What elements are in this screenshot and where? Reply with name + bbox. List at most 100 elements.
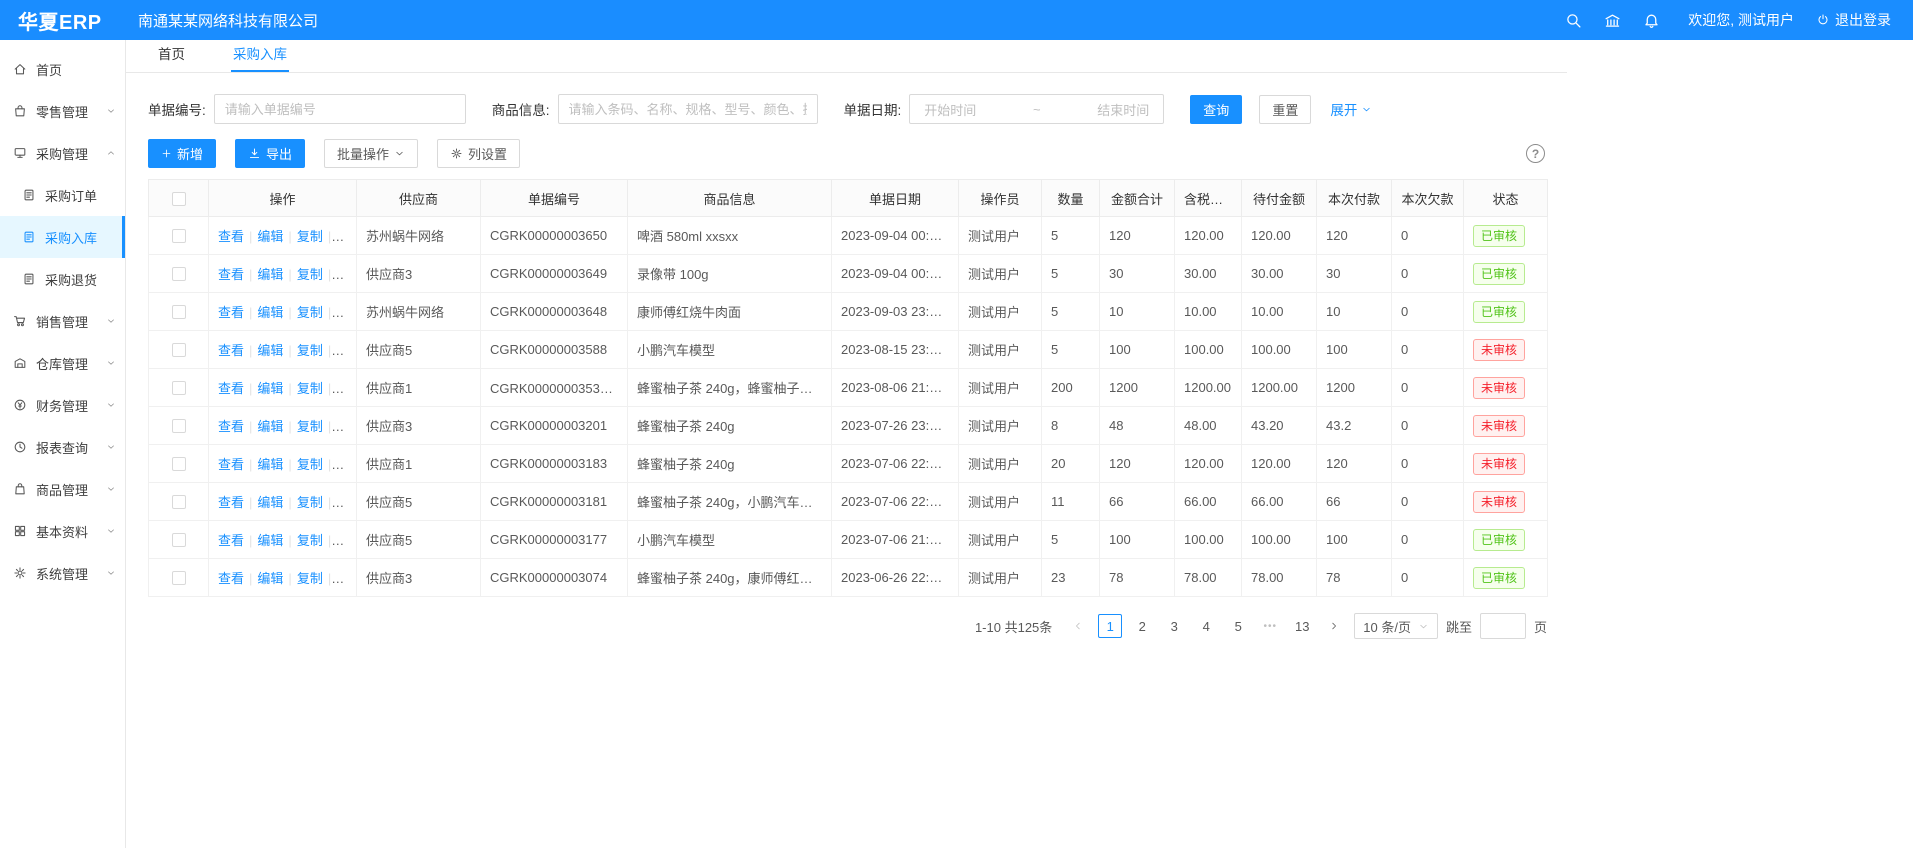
amount-tax-cell: 120.00 <box>1175 445 1242 483</box>
batch-actions-button[interactable]: 批量操作 <box>324 139 418 168</box>
sidebar-item-purchase-inbound[interactable]: 采购入库 <box>0 216 125 258</box>
edit-link[interactable]: 编辑 <box>257 229 283 244</box>
copy-link[interactable]: 复制 <box>297 419 323 434</box>
bank-icon[interactable] <box>1604 12 1621 29</box>
sidebar-item-purchase[interactable]: 采购管理 <box>0 132 125 174</box>
copy-link[interactable]: 复制 <box>297 267 323 282</box>
page-5-button[interactable]: 5 <box>1226 614 1250 638</box>
debt-cell: 0 <box>1392 407 1464 445</box>
view-link[interactable]: 查看 <box>218 343 244 358</box>
amount-cell: 100 <box>1100 331 1175 369</box>
sidebar-item-sales[interactable]: 销售管理 <box>0 300 125 342</box>
page-ellipsis[interactable]: ••• <box>1258 621 1282 632</box>
sidebar-item-purchase-order[interactable]: 采购订单 <box>0 174 125 216</box>
date-range-picker[interactable]: 开始时间 ~ 结束时间 <box>909 94 1164 124</box>
amount-cell: 30 <box>1100 255 1175 293</box>
prev-page-button[interactable] <box>1066 614 1090 638</box>
view-link[interactable]: 查看 <box>218 533 244 548</box>
column-settings-button[interactable]: 列设置 <box>437 139 520 168</box>
add-button[interactable]: 新增 <box>148 139 216 168</box>
action-separator: | <box>288 343 291 358</box>
help-icon[interactable]: ? <box>1526 144 1545 163</box>
page-list: 12345 ••• 13 <box>1098 614 1314 638</box>
copy-link[interactable]: 复制 <box>297 457 323 472</box>
row-checkbox[interactable] <box>172 305 186 319</box>
logout-button[interactable]: 退出登录 <box>1816 10 1891 30</box>
row-checkbox[interactable] <box>172 419 186 433</box>
export-button[interactable]: 导出 <box>235 139 305 168</box>
view-link[interactable]: 查看 <box>218 457 244 472</box>
sidebar-item-finance[interactable]: 财务管理 <box>0 384 125 426</box>
copy-link[interactable]: 复制 <box>297 343 323 358</box>
operator-cell: 测试用户 <box>959 255 1042 293</box>
sidebar-item-purchase-return[interactable]: 采购退货 <box>0 258 125 300</box>
page-size-select[interactable]: 10 条/页 <box>1354 613 1438 639</box>
amount-tax-cell: 78.00 <box>1175 559 1242 597</box>
copy-link[interactable]: 复制 <box>297 533 323 548</box>
actions-cell: 查看|编辑|复制|删除 <box>209 407 357 445</box>
edit-link[interactable]: 编辑 <box>257 267 283 282</box>
next-page-button[interactable] <box>1322 614 1346 638</box>
gear-icon <box>450 147 463 160</box>
row-checkbox[interactable] <box>172 571 186 585</box>
edit-link[interactable]: 编辑 <box>257 305 283 320</box>
sidebar-item-report[interactable]: 报表查询 <box>0 426 125 468</box>
edit-link[interactable]: 编辑 <box>257 495 283 510</box>
sidebar-item-warehouse[interactable]: 仓库管理 <box>0 342 125 384</box>
copy-link[interactable]: 复制 <box>297 305 323 320</box>
edit-link[interactable]: 编辑 <box>257 419 283 434</box>
qty-cell: 20 <box>1042 445 1100 483</box>
select-all-checkbox[interactable] <box>172 192 186 206</box>
edit-link[interactable]: 编辑 <box>257 457 283 472</box>
row-checkbox[interactable] <box>172 267 186 281</box>
copy-link[interactable]: 复制 <box>297 495 323 510</box>
copy-link[interactable]: 复制 <box>297 571 323 586</box>
column-header: 金额合计 <box>1100 180 1175 217</box>
row-checkbox[interactable] <box>172 457 186 471</box>
edit-link[interactable]: 编辑 <box>257 571 283 586</box>
product-input[interactable] <box>558 94 818 124</box>
doc-no-input[interactable] <box>214 94 466 124</box>
page-13-button[interactable]: 13 <box>1290 614 1314 638</box>
product-cell: 小鹏汽车模型 <box>628 521 832 559</box>
view-link[interactable]: 查看 <box>218 419 244 434</box>
view-link[interactable]: 查看 <box>218 381 244 396</box>
row-checkbox[interactable] <box>172 343 186 357</box>
sidebar-item-home[interactable]: 首页 <box>0 48 125 90</box>
copy-link[interactable]: 复制 <box>297 381 323 396</box>
page-4-button[interactable]: 4 <box>1194 614 1218 638</box>
bell-icon[interactable] <box>1643 12 1660 29</box>
view-link[interactable]: 查看 <box>218 229 244 244</box>
page-2-button[interactable]: 2 <box>1130 614 1154 638</box>
edit-link[interactable]: 编辑 <box>257 343 283 358</box>
page-3-button[interactable]: 3 <box>1162 614 1186 638</box>
row-checkbox[interactable] <box>172 533 186 547</box>
sidebar-item-goods[interactable]: 商品管理 <box>0 468 125 510</box>
view-link[interactable]: 查看 <box>218 267 244 282</box>
copy-link[interactable]: 复制 <box>297 229 323 244</box>
sidebar-item-retail[interactable]: 零售管理 <box>0 90 125 132</box>
edit-link[interactable]: 编辑 <box>257 381 283 396</box>
qty-cell: 200 <box>1042 369 1100 407</box>
expand-link[interactable]: 展开 <box>1330 99 1372 119</box>
row-checkbox[interactable] <box>172 495 186 509</box>
row-checkbox[interactable] <box>172 229 186 243</box>
row-checkbox[interactable] <box>172 381 186 395</box>
action-separator: | <box>249 381 252 396</box>
row-select-cell <box>149 255 209 293</box>
tab-purchase-inbound[interactable]: 采购入库 <box>231 43 289 72</box>
chevron-down-icon <box>106 526 116 536</box>
tab-home[interactable]: 首页 <box>156 43 187 72</box>
jump-to-input[interactable] <box>1480 613 1526 639</box>
view-link[interactable]: 查看 <box>218 571 244 586</box>
reset-button[interactable]: 重置 <box>1259 95 1311 124</box>
sidebar-item-basic[interactable]: 基本资料 <box>0 510 125 552</box>
page-1-button[interactable]: 1 <box>1098 614 1122 638</box>
edit-link[interactable]: 编辑 <box>257 533 283 548</box>
search-button[interactable]: 查询 <box>1190 95 1242 124</box>
view-link[interactable]: 查看 <box>218 305 244 320</box>
view-link[interactable]: 查看 <box>218 495 244 510</box>
doc-no-label: 单据编号: <box>148 99 206 119</box>
sidebar-item-system[interactable]: 系统管理 <box>0 552 125 594</box>
search-icon[interactable] <box>1565 12 1582 29</box>
